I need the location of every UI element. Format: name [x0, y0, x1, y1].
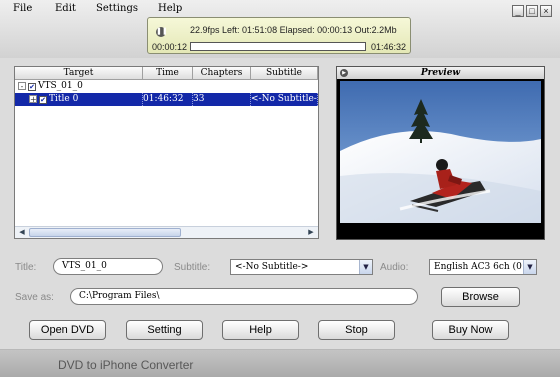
- horizontal-scrollbar[interactable]: ◀ ▶: [15, 226, 318, 238]
- conversion-status-panel: ❚❚ 22.9fps Left: 01:51:08 Elapsed: 00:00…: [147, 17, 411, 54]
- column-target[interactable]: Target: [15, 67, 143, 79]
- menu-bar: File Edit Settings Help _ □ × ❚❚ 22.9fps…: [0, 0, 560, 58]
- tree-header: Target Time Chapters Subtitle: [15, 67, 318, 80]
- collapse-toggle[interactable]: -: [18, 82, 26, 91]
- title-label: Title:: [15, 262, 37, 273]
- save-as-label: Save as:: [15, 292, 54, 303]
- audio-select[interactable]: English AC3 6ch (0 ▼: [429, 259, 537, 275]
- scroll-right-icon[interactable]: ▶: [306, 228, 316, 237]
- play-icon[interactable]: ▶: [340, 69, 348, 77]
- title-input[interactable]: VTS_01_0: [53, 258, 163, 275]
- audio-select-value: English AC3 6ch (0: [434, 262, 522, 272]
- pause-icon[interactable]: ❚❚: [156, 27, 168, 37]
- menu-settings[interactable]: Settings: [96, 3, 138, 14]
- open-dvd-button[interactable]: Open DVD: [29, 320, 106, 340]
- title-subtitle: <-No Subtitle->: [251, 93, 318, 106]
- buy-now-button[interactable]: Buy Now: [432, 320, 509, 340]
- app-title: DVD to iPhone Converter: [58, 358, 194, 372]
- maximize-button[interactable]: □: [526, 5, 538, 17]
- preview-header: ▶ Preview: [337, 67, 544, 79]
- menu-file[interactable]: File: [13, 3, 32, 14]
- preview-frame: [340, 81, 541, 223]
- save-path-input[interactable]: C:\Program Files\: [70, 288, 418, 305]
- footer-bar: DVD to iPhone Converter: [0, 349, 560, 377]
- minimize-button[interactable]: _: [512, 5, 524, 17]
- tree-root-row[interactable]: - ✔ VTS_01_0: [15, 80, 318, 93]
- browse-button[interactable]: Browse: [441, 287, 520, 307]
- title-checkbox[interactable]: ✔: [39, 96, 47, 104]
- total-time: 01:46:32: [370, 42, 406, 52]
- subtitle-label: Subtitle:: [174, 262, 211, 273]
- preview-panel: ▶ Preview: [336, 66, 545, 240]
- root-label: VTS_01_0: [38, 81, 83, 91]
- elapsed-time: 00:00:12: [152, 42, 188, 52]
- expand-toggle[interactable]: +: [29, 95, 37, 104]
- scroll-thumb[interactable]: [29, 228, 181, 237]
- menu-edit[interactable]: Edit: [55, 3, 76, 14]
- chevron-down-icon[interactable]: ▼: [359, 260, 372, 274]
- help-button[interactable]: Help: [222, 320, 299, 340]
- stop-button[interactable]: Stop: [318, 320, 395, 340]
- audio-label: Audio:: [380, 262, 409, 273]
- column-chapters[interactable]: Chapters: [193, 67, 251, 79]
- subtitle-select[interactable]: <-No Subtitle-> ▼: [230, 259, 373, 275]
- column-subtitle[interactable]: Subtitle: [251, 67, 318, 79]
- conversion-stats: 22.9fps Left: 01:51:08 Elapsed: 00:00:13…: [190, 25, 397, 35]
- setting-button[interactable]: Setting: [126, 320, 203, 340]
- title-chapters: 33: [193, 93, 251, 106]
- menu-help[interactable]: Help: [158, 3, 182, 14]
- preview-title: Preview: [420, 68, 461, 78]
- progress-bar: [190, 42, 366, 51]
- title-row[interactable]: + ✔ Title 0 01:46:32 33 <-No Subtitle->: [15, 93, 318, 106]
- chevron-down-icon[interactable]: ▼: [523, 260, 536, 274]
- root-checkbox[interactable]: ✔: [28, 83, 36, 91]
- title-tree: Target Time Chapters Subtitle - ✔ VTS_01_0…: [14, 66, 319, 239]
- title-time: 01:46:32: [143, 93, 193, 106]
- close-button[interactable]: ×: [540, 5, 552, 17]
- subtitle-select-value: <-No Subtitle->: [235, 262, 309, 272]
- column-time[interactable]: Time: [143, 67, 193, 79]
- title-target: Title 0: [49, 94, 79, 104]
- scroll-left-icon[interactable]: ◀: [17, 228, 27, 237]
